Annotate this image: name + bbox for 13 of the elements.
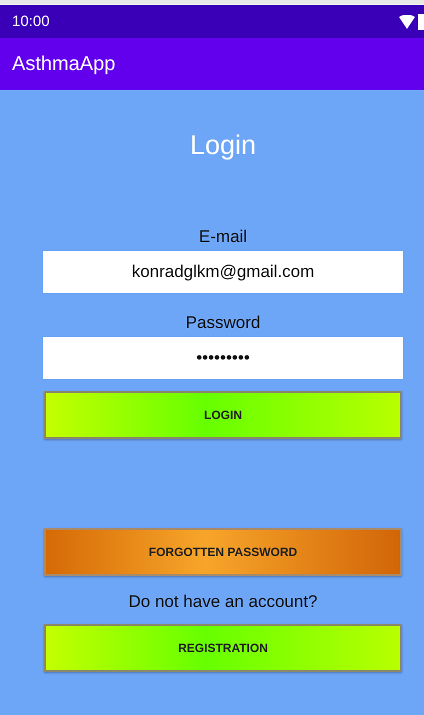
input-field[interactable]: konradglkm@gmail.com (43, 251, 403, 293)
battery-icon (418, 14, 424, 30)
login-button[interactable]: LOGIN (44, 391, 402, 439)
page-heading: Login (190, 130, 256, 161)
wifi-icon (399, 14, 415, 28)
status-time: 10:00 (12, 13, 50, 30)
app-title: AsthmaApp (12, 52, 116, 76)
input-field[interactable]: ••••••••• (43, 337, 403, 379)
account-prompt: Do not have an account? (128, 592, 318, 612)
field-label: E-mail (198, 226, 248, 247)
field-label: Password (186, 312, 260, 333)
registration-button[interactable]: REGISTRATION (44, 624, 402, 672)
forgot-password-button[interactable]: FORGOTTEN PASSWORD (44, 528, 402, 576)
